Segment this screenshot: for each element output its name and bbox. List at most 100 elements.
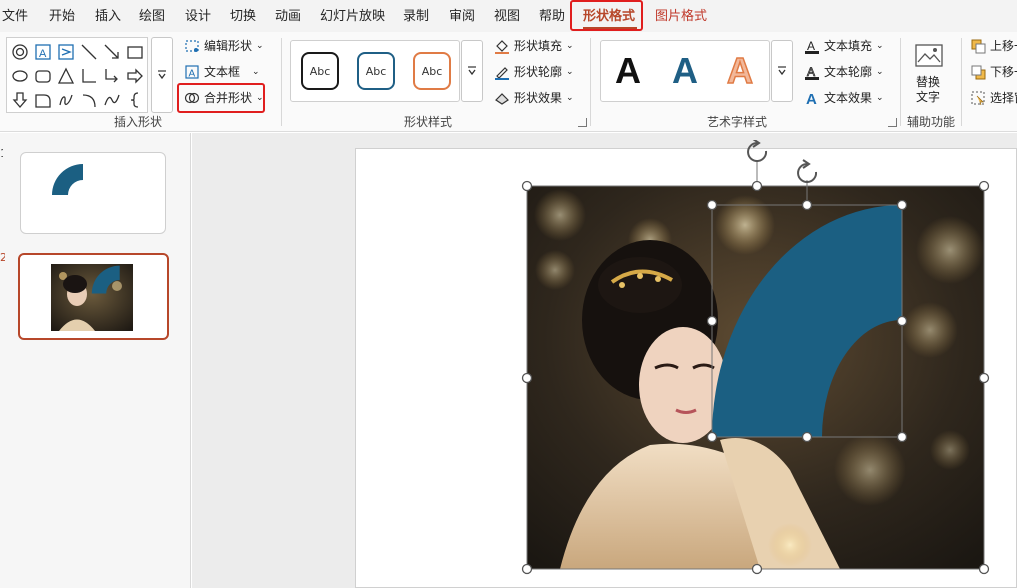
- send-backward-label: 下移一: [990, 65, 1017, 79]
- oval-shape-icon[interactable]: [9, 65, 31, 87]
- text-outline-label: 文本轮廓: [824, 65, 873, 79]
- rectangle-shape-icon[interactable]: [124, 41, 146, 63]
- wordart-black-preset[interactable]: A: [615, 49, 641, 93]
- chevron-down-icon: ⌄: [566, 93, 574, 103]
- wordart-gallery: A A A: [600, 40, 770, 102]
- picture-resize-handle[interactable]: [751, 180, 763, 192]
- shape-resize-handle[interactable]: [706, 431, 718, 443]
- bring-forward-icon: [971, 39, 986, 54]
- selection-pane-button[interactable]: 选择窗: [970, 87, 1017, 109]
- picture-rotate-handle-icon[interactable]: [747, 140, 768, 162]
- picture-resize-handle[interactable]: [978, 180, 990, 192]
- picture-resize-handle[interactable]: [521, 180, 533, 192]
- wordart-blue-preset[interactable]: A: [672, 49, 698, 93]
- picture-resize-handle[interactable]: [978, 563, 990, 575]
- text-outline-button[interactable]: A 文本轮廓 ⌄: [804, 61, 884, 83]
- shape-style-preset-blue[interactable]: Abc: [357, 52, 395, 90]
- rounded-rectangle-icon[interactable]: [32, 65, 54, 87]
- shape-resize-handle[interactable]: [706, 199, 718, 211]
- text-box-shape-icon[interactable]: A: [32, 41, 54, 63]
- text-fill-button[interactable]: A 文本填充 ⌄: [804, 35, 884, 57]
- tab-picture-format[interactable]: 图片格式: [655, 0, 707, 32]
- edit-shape-icon: [185, 40, 199, 52]
- tab-slideshow[interactable]: 幻灯片放映: [320, 0, 385, 32]
- tab-help[interactable]: 帮助: [539, 0, 565, 32]
- merge-shapes-button[interactable]: 合并形状 ⌄: [184, 87, 264, 109]
- tab-record[interactable]: 录制: [403, 0, 429, 32]
- slide-thumbnail-1[interactable]: [20, 152, 166, 234]
- picture-resize-handle[interactable]: [978, 372, 990, 384]
- chevron-down-icon: ⌄: [876, 41, 884, 51]
- shape-resize-handle[interactable]: [896, 199, 908, 211]
- bring-forward-label: 上移一: [990, 39, 1017, 53]
- line-shape-icon[interactable]: [78, 41, 100, 63]
- wordart-more-button[interactable]: [771, 40, 793, 102]
- insert-shapes-group-label: 插入形状: [113, 115, 162, 129]
- chevron-down-icon: ⌄: [566, 67, 574, 77]
- text-effects-button[interactable]: A 文本效果 ⌄: [804, 87, 884, 109]
- arc-shape-icon[interactable]: [78, 89, 100, 111]
- chevron-down-icon: ⌄: [876, 67, 884, 77]
- shape-style-preset-orange[interactable]: Abc: [413, 52, 451, 90]
- text-box-button[interactable]: A 文本框 ⌄: [184, 61, 260, 83]
- shape-rotate-handle-icon[interactable]: [797, 159, 818, 183]
- vertical-text-box-icon[interactable]: [55, 41, 77, 63]
- send-backward-button[interactable]: 下移一: [970, 61, 1017, 83]
- alt-text-button[interactable]: 替换 文字: [908, 40, 952, 106]
- text-fill-icon: A: [805, 39, 819, 54]
- slide-number-2: 2: [0, 251, 5, 264]
- shape-style-preset-dark[interactable]: Abc: [301, 52, 339, 90]
- text-outline-icon: A: [805, 65, 819, 80]
- group-separator: [900, 38, 901, 126]
- alt-text-icon: [915, 44, 943, 67]
- shape-fill-label: 形状填充: [514, 39, 563, 53]
- merge-shapes-label: 合并形状: [204, 91, 253, 105]
- shape-style-gallery: Abc Abc Abc: [290, 40, 460, 102]
- tab-view[interactable]: 视图: [494, 0, 520, 32]
- down-arrow-shape-icon[interactable]: [9, 89, 31, 111]
- donut-shape-icon[interactable]: [9, 41, 31, 63]
- shape-resize-handle[interactable]: [706, 315, 718, 327]
- slide-objects-layer: [521, 140, 990, 575]
- shape-resize-handle[interactable]: [801, 199, 813, 211]
- bring-forward-button[interactable]: 上移一: [970, 35, 1017, 57]
- wordart-launcher-icon[interactable]: [888, 118, 897, 127]
- chevron-down-icon: ⌄: [252, 67, 260, 77]
- tab-animations[interactable]: 动画: [275, 0, 301, 32]
- arrow-line-icon[interactable]: [101, 41, 123, 63]
- flowchart-shape-icon[interactable]: [32, 89, 54, 111]
- shape-resize-handle[interactable]: [801, 431, 813, 443]
- tab-file[interactable]: 文件: [2, 0, 28, 32]
- shape-style-more-button[interactable]: [461, 40, 483, 102]
- shape-resize-handle[interactable]: [896, 315, 908, 327]
- shape-outline-button[interactable]: 形状轮廓 ⌄: [494, 61, 574, 83]
- elbow-arrow-connector-icon[interactable]: [101, 65, 123, 87]
- tab-insert[interactable]: 插入: [95, 0, 121, 32]
- edit-shape-button[interactable]: 编辑形状 ⌄: [184, 35, 264, 57]
- tab-review[interactable]: 审阅: [449, 0, 475, 32]
- right-arrow-shape-icon[interactable]: [124, 65, 146, 87]
- wordart-orange-outline-preset[interactable]: A: [726, 49, 754, 93]
- shape-effects-button[interactable]: 形状效果 ⌄: [494, 87, 574, 109]
- shape-gallery-more-button[interactable]: [151, 37, 173, 113]
- curve-shape-icon[interactable]: [101, 89, 123, 111]
- shape-styles-launcher-icon[interactable]: [578, 118, 587, 127]
- triangle-shape-icon[interactable]: [55, 65, 77, 87]
- chevron-down-icon: ⌄: [566, 41, 574, 51]
- shape-resize-handle[interactable]: [896, 431, 908, 443]
- picture-resize-handle[interactable]: [521, 563, 533, 575]
- shape-effects-icon: [495, 93, 509, 105]
- brace-shape-icon[interactable]: [124, 89, 146, 111]
- slide-thumbnail-2[interactable]: [18, 253, 169, 340]
- elbow-connector-icon[interactable]: [78, 65, 100, 87]
- preset-label: Abc: [421, 64, 443, 78]
- freeform-scribble-icon[interactable]: [55, 89, 77, 111]
- picture-resize-handle[interactable]: [751, 563, 763, 575]
- svg-text:A: A: [39, 48, 47, 60]
- tab-transitions[interactable]: 切换: [230, 0, 256, 32]
- tab-home[interactable]: 开始: [49, 0, 75, 32]
- picture-resize-handle[interactable]: [521, 372, 533, 384]
- tab-design[interactable]: 设计: [185, 0, 211, 32]
- tab-draw[interactable]: 绘图: [139, 0, 165, 32]
- shape-fill-button[interactable]: 形状填充 ⌄: [494, 35, 574, 57]
